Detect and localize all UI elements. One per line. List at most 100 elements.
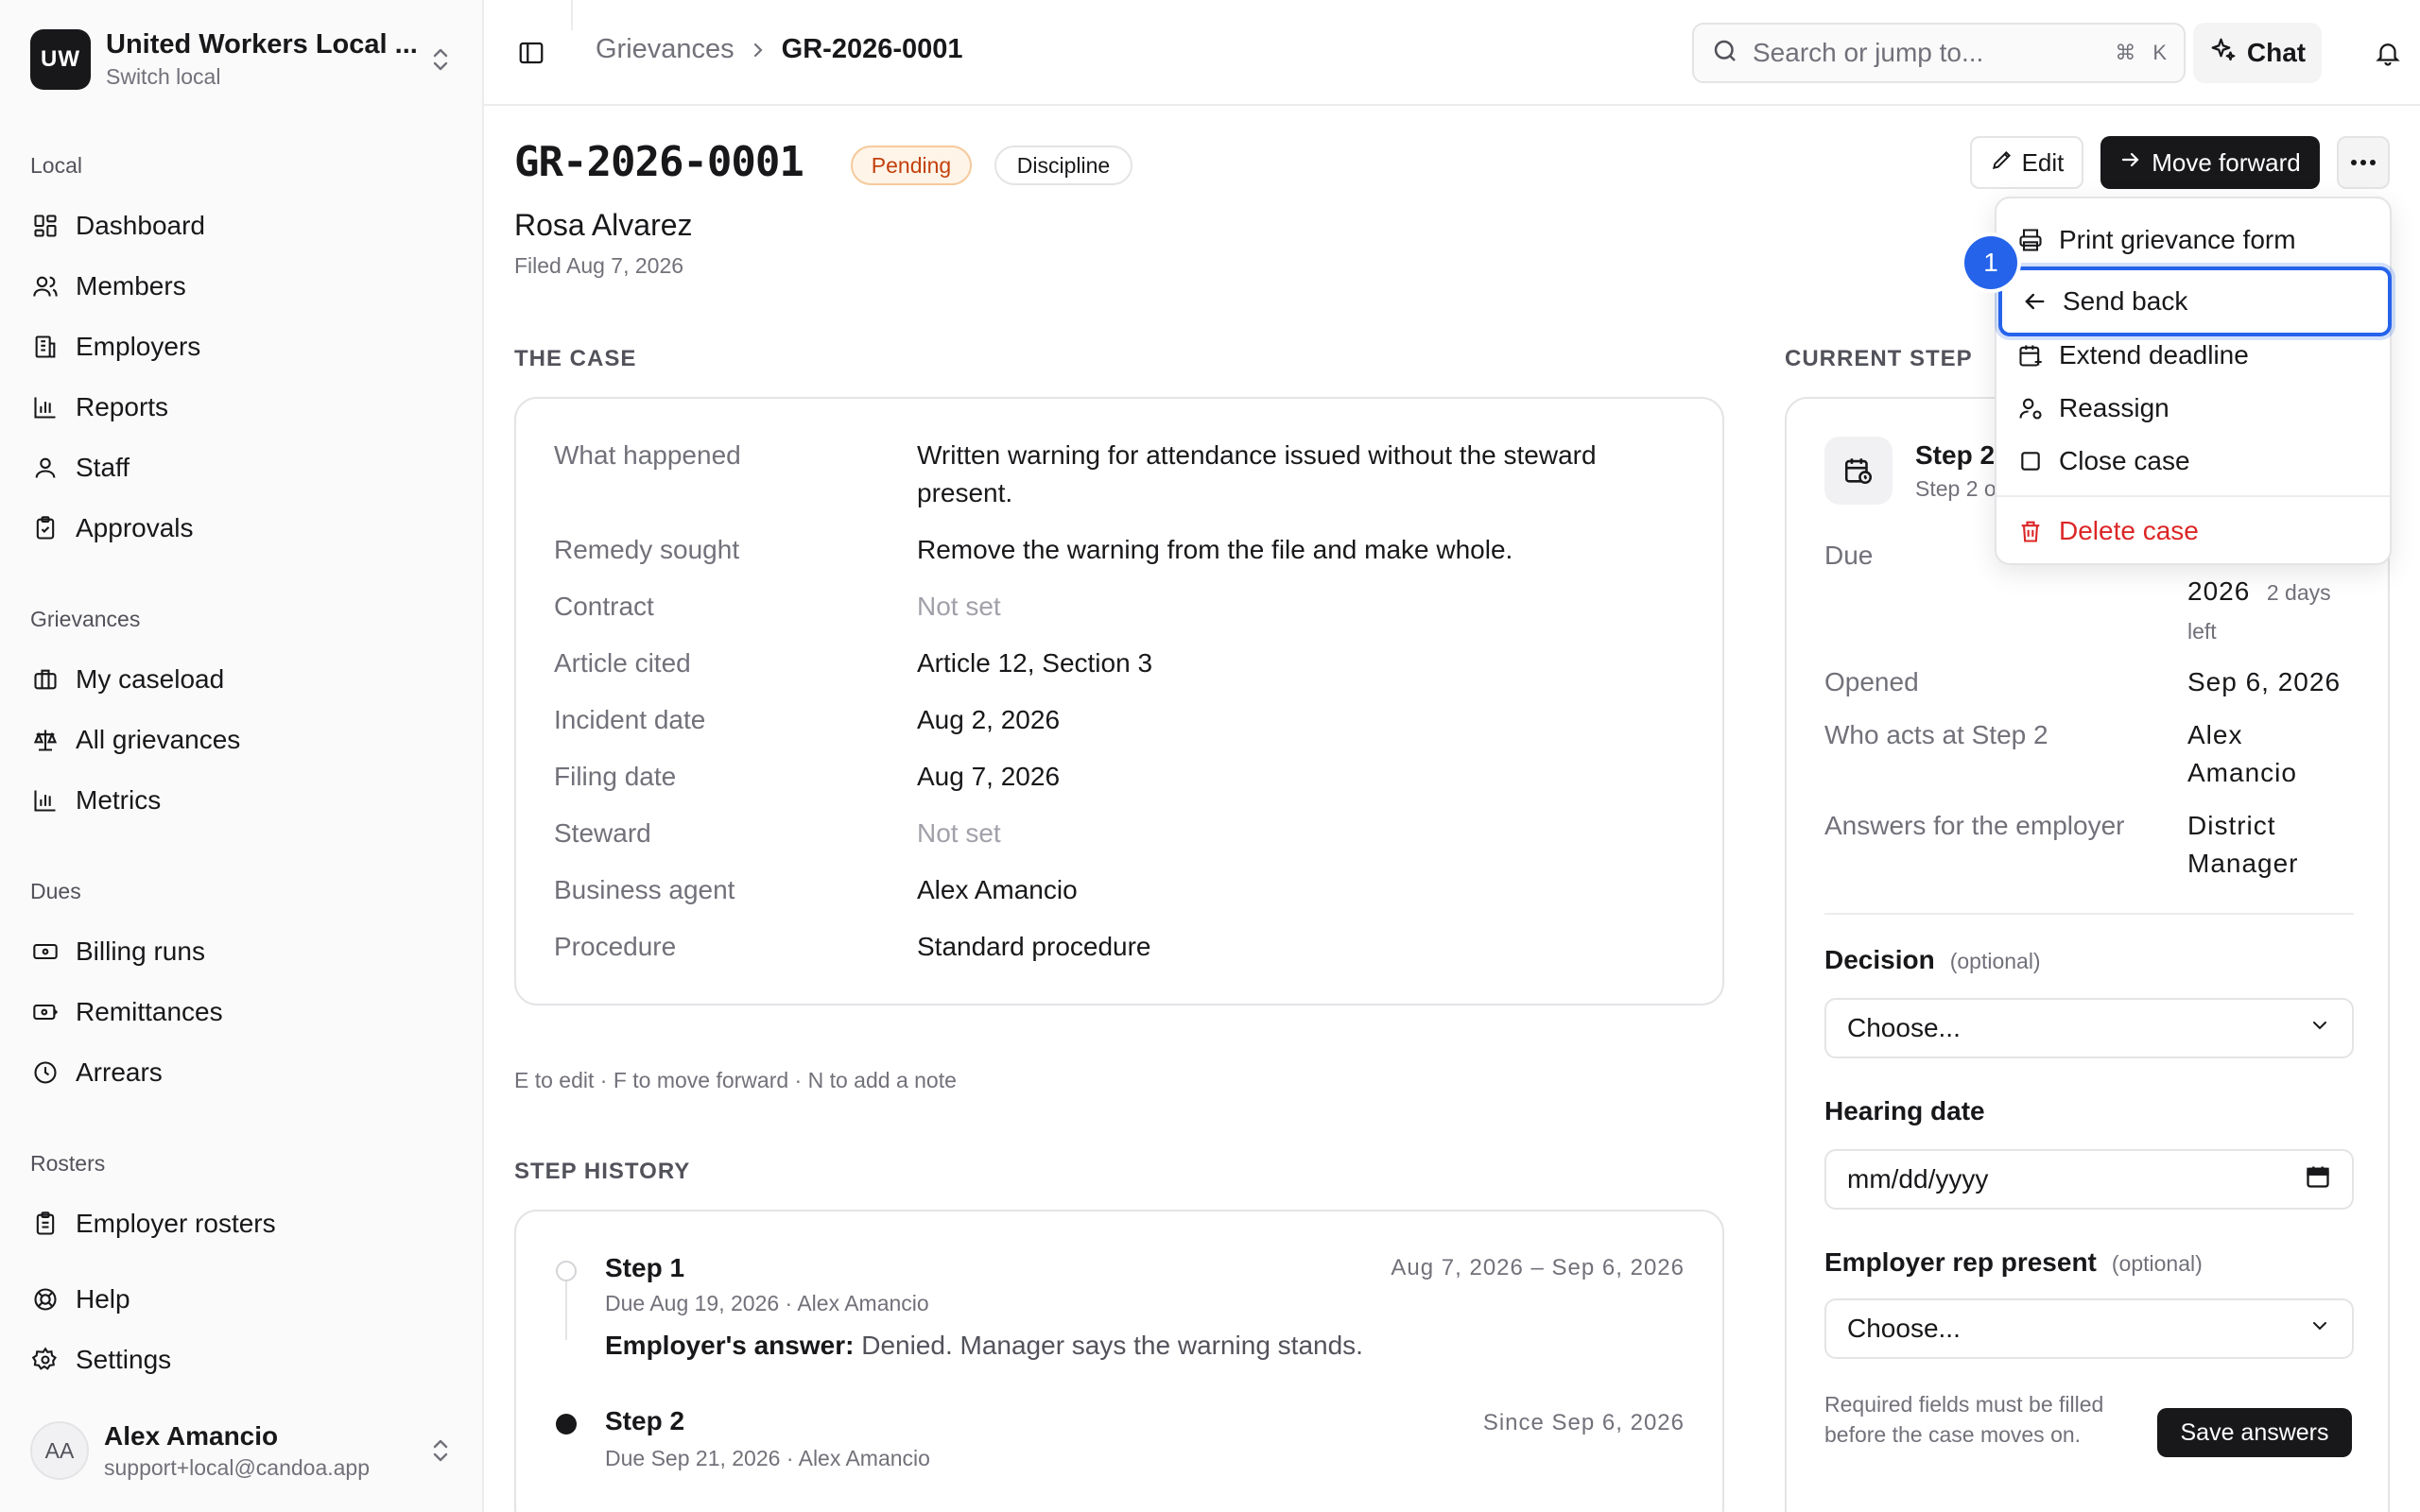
chevron-down-icon	[2308, 1013, 2331, 1043]
menu-item-label: Extend deadline	[2059, 340, 2249, 369]
nav-item-all-grievances[interactable]: All grievances	[30, 716, 446, 764]
move-forward-button[interactable]: Move forward	[2100, 136, 2320, 189]
nav-item-arrears[interactable]: Arrears	[30, 1049, 446, 1096]
nav-label: Approvals	[76, 513, 194, 542]
chat-button[interactable]: Chat	[2193, 23, 2322, 83]
decision-select[interactable]: Choose...	[1824, 998, 2354, 1058]
move-forward-label: Move forward	[2152, 147, 2301, 177]
nav-label: All grievances	[76, 725, 241, 754]
history-step-sub: Due Sep 21, 2026 · Alex Amancio	[605, 1446, 930, 1470]
save-answers-button[interactable]: Save answers	[2157, 1408, 2352, 1457]
local-switcher[interactable]: UW United Workers Local ... Switch local	[30, 28, 456, 91]
answers-for-label: Answers for the employer	[1824, 811, 2125, 840]
nav-item-remittances[interactable]: Remittances	[30, 988, 446, 1036]
member-name[interactable]: Rosa Alvarez	[514, 208, 693, 243]
nav-label: Employers	[76, 332, 201, 361]
field-value: Remove the warning from the file and mak…	[917, 535, 1513, 564]
timeline-line	[565, 1274, 567, 1340]
field-label: Business agent	[554, 875, 735, 904]
menu-item-close-case[interactable]: Close case	[2015, 437, 2375, 486]
step-marker-badge: 1	[1964, 236, 2017, 289]
edit-button[interactable]: Edit	[1970, 136, 2083, 189]
nav-label: Members	[76, 271, 186, 301]
employer-rep-select[interactable]: Choose...	[1824, 1298, 2354, 1359]
breadcrumb-current: GR-2026-0001	[781, 34, 963, 64]
banknote-icon	[30, 936, 60, 967]
case-row: Filing date Aug 7, 2026	[554, 758, 1688, 796]
due-label: Due	[1824, 541, 1874, 570]
field-value: Article 12, Section 3	[917, 648, 1153, 678]
employer-answer: Employer's answer: Denied. Manager says …	[605, 1331, 1363, 1361]
arrow-left-icon	[2019, 286, 2049, 317]
step-history-card: Step 1 Due Aug 19, 2026 · Alex Amancio A…	[514, 1210, 1724, 1512]
avatar: AA	[30, 1421, 89, 1480]
menu-item-extend-deadline[interactable]: Extend deadline	[2015, 331, 2375, 380]
nav-item-billing-runs[interactable]: Billing runs	[30, 928, 446, 975]
chevron-right-icon	[750, 40, 767, 60]
case-row: Steward Not set	[554, 815, 1688, 852]
gear-icon	[30, 1345, 60, 1375]
case-details-card: What happened Written warning for attend…	[514, 397, 1724, 1005]
nav-label: Reports	[76, 392, 169, 421]
nav-item-members[interactable]: Members	[30, 263, 446, 310]
more-actions-button[interactable]	[2337, 136, 2390, 189]
user-menu[interactable]: AA Alex Amancio support+local@candoa.app	[30, 1418, 456, 1484]
nav-item-approvals[interactable]: Approvals	[30, 505, 446, 552]
chevron-up-down-icon	[425, 1432, 456, 1469]
toggle-sidebar-button[interactable]	[510, 32, 552, 74]
employer-rep-label: Employer rep present (optional)	[1824, 1247, 2203, 1278]
printer-icon	[2015, 225, 2046, 255]
nav-heading-dues: Dues	[30, 879, 81, 903]
trash-icon	[2015, 516, 2046, 546]
nav-item-employers[interactable]: Employers	[30, 323, 446, 370]
menu-item-send-back[interactable]: Send back	[1998, 266, 2392, 336]
opened-value: Sep 6, 2026	[2187, 667, 2342, 696]
case-row: Incident date Aug 2, 2026	[554, 701, 1688, 739]
square-icon	[2015, 446, 2046, 476]
bar-chart-icon	[30, 392, 60, 422]
nav-item-employer-rosters[interactable]: Employer rosters	[30, 1200, 446, 1247]
field-label: Procedure	[554, 932, 677, 961]
nav-label: Settings	[76, 1345, 172, 1374]
menu-item-print[interactable]: Print grievance form	[2015, 215, 2375, 265]
notifications-button[interactable]	[2367, 32, 2409, 74]
calendar-plus-icon	[2015, 340, 2046, 370]
nav-item-help[interactable]: Help	[30, 1276, 446, 1323]
menu-item-reassign[interactable]: Reassign	[2015, 384, 2375, 433]
nav-item-dashboard[interactable]: Dashboard	[30, 202, 446, 249]
calendar-icon[interactable]	[2305, 1163, 2331, 1196]
field-value: Alex Amancio	[917, 875, 1078, 904]
opened-label: Opened	[1824, 667, 1919, 696]
breadcrumb-grievances[interactable]: Grievances	[596, 34, 735, 65]
who-acts-label: Who acts at Step 2	[1824, 720, 2048, 749]
clipboard-list-icon	[30, 1209, 60, 1239]
clock-icon	[30, 1057, 60, 1088]
nav-label: Employer rosters	[76, 1209, 276, 1238]
nav-item-settings[interactable]: Settings	[30, 1336, 446, 1383]
case-row: Article cited Article 12, Section 3	[554, 644, 1688, 682]
hearing-date-value: mm/dd/yyyy	[1847, 1164, 1989, 1194]
kbd-command: ⌘	[2115, 41, 2136, 64]
nav-item-my-caseload[interactable]: My caseload	[30, 656, 446, 703]
nav-item-reports[interactable]: Reports	[30, 384, 446, 431]
nav-item-metrics[interactable]: Metrics	[30, 777, 446, 824]
menu-item-label: Reassign	[2059, 393, 2169, 422]
topbar: Grievances GR-2026-0001 Search or jump t…	[484, 0, 2420, 106]
nav-label: My caseload	[76, 664, 225, 694]
field-value: Aug 2, 2026	[917, 705, 1061, 734]
nav-item-staff[interactable]: Staff	[30, 444, 446, 491]
divider	[1824, 913, 2354, 915]
field-label: Filing date	[554, 762, 677, 791]
menu-item-label: Delete case	[2059, 516, 2199, 545]
due-year: 2026	[2187, 576, 2251, 606]
menu-item-delete-case[interactable]: Delete case	[2015, 507, 2375, 556]
optional-hint: (optional)	[1949, 949, 2041, 973]
required-fields-note: Required fields must be filled before th…	[1824, 1392, 2104, 1447]
hearing-date-input[interactable]: mm/dd/yyyy	[1824, 1149, 2354, 1210]
field-label: Article cited	[554, 648, 691, 678]
search-input[interactable]: Search or jump to... ⌘ K	[1692, 23, 2186, 83]
building-icon	[30, 332, 60, 362]
calendar-clock-icon	[1824, 437, 1893, 505]
nav-heading-rosters: Rosters	[30, 1151, 106, 1176]
menu-item-label: Send back	[2063, 286, 2188, 316]
